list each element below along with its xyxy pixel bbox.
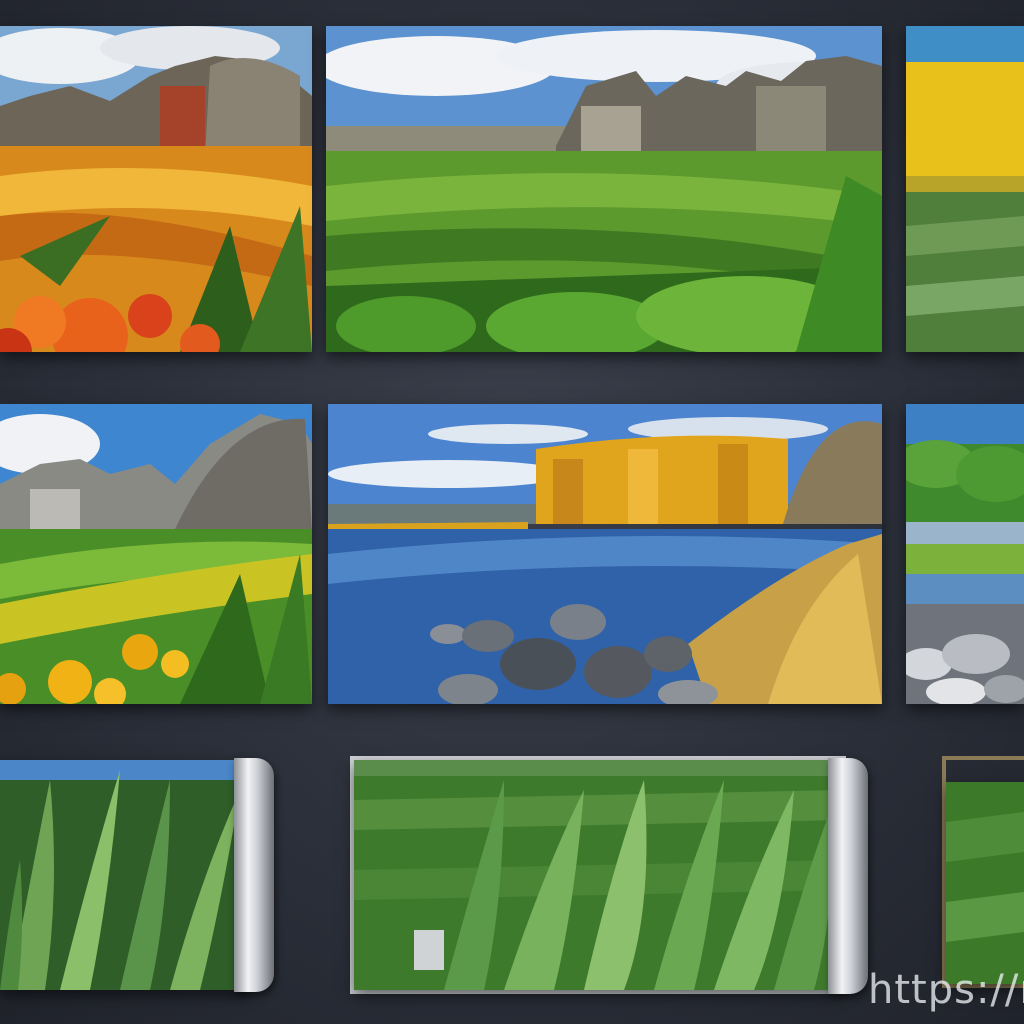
scroll-tile-grass[interactable] — [0, 760, 250, 990]
watermark-text: https://n — [868, 967, 1024, 1013]
scroll-roll-2 — [828, 758, 868, 994]
photo-grass-scroll — [0, 760, 250, 990]
photo-yellow-field — [906, 26, 1024, 352]
photo-river — [906, 404, 1024, 704]
photo-orange-flowers — [0, 26, 312, 352]
scroll-tile-grass-field[interactable] — [354, 760, 842, 990]
photo-grass-field-scroll — [354, 760, 842, 990]
photo-green-field-ruins — [326, 26, 882, 352]
scroll-roll-1 — [234, 758, 274, 992]
photo-tile-yellow-field[interactable] — [906, 26, 1024, 352]
scroll-tile-grass-cropped[interactable] — [946, 782, 1024, 984]
photo-blue-lake — [328, 404, 882, 704]
photo-tile-green-field-ruins[interactable] — [326, 26, 882, 352]
photo-yellow-flowers — [0, 404, 312, 704]
photo-tile-blue-lake[interactable] — [328, 404, 882, 704]
photo-tile-yellow-flowers[interactable] — [0, 404, 312, 704]
photo-tile-orange-flowers[interactable] — [0, 26, 312, 352]
photo-tile-river[interactable] — [906, 404, 1024, 704]
photo-grass-scroll-cropped — [946, 782, 1024, 984]
